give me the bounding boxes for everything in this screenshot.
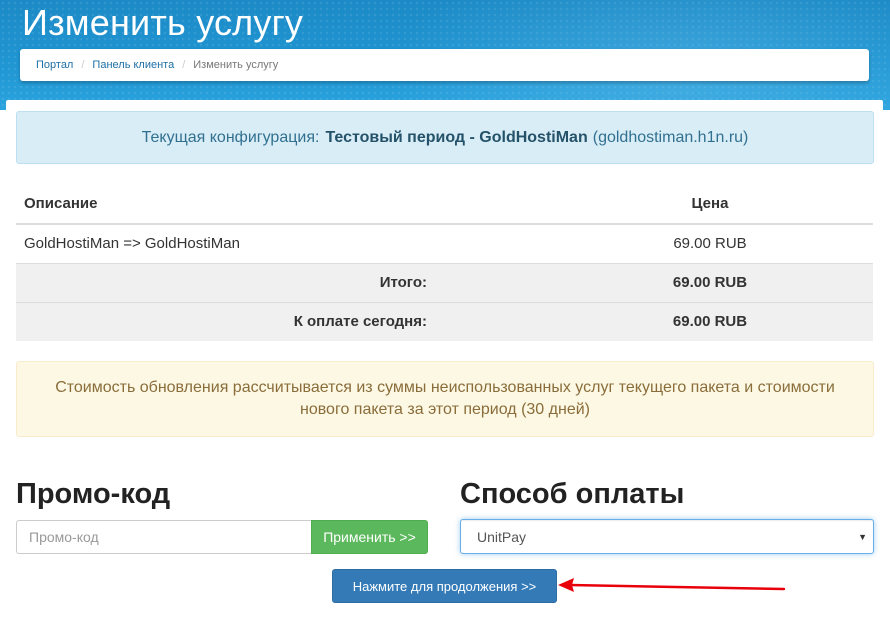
- breadcrumb-portal-link[interactable]: Портал: [36, 59, 73, 71]
- upgrade-cost-notice-text: Стоимость обновления рассчитывается из с…: [55, 379, 835, 418]
- price-column-header: Цена: [547, 184, 873, 225]
- table-header-row: Описание Цена: [16, 184, 873, 225]
- due-today-label: К оплате сегодня:: [16, 301, 547, 341]
- table-row: GoldHostiMan => GoldHostiMan 69.00 RUB: [16, 223, 873, 263]
- total-value: 69.00 RUB: [547, 262, 873, 302]
- current-config-product: Тестовый период - GoldHostiMan: [325, 128, 588, 146]
- promo-code-input[interactable]: [16, 520, 312, 554]
- item-price: 69.00 RUB: [547, 223, 873, 263]
- payment-method-select[interactable]: UnitPay ▼: [460, 519, 874, 554]
- breadcrumb-separator: /: [182, 59, 186, 71]
- description-column-header: Описание: [16, 184, 547, 225]
- due-today-row: К оплате сегодня: 69.00 RUB: [16, 301, 873, 341]
- breadcrumb-current: Изменить услугу: [193, 59, 279, 71]
- current-config-alert: Текущая конфигурация: Тестовый период - …: [16, 111, 874, 164]
- current-config-domain: (goldhostiman.h1n.ru): [592, 128, 749, 146]
- upgrade-cost-notice: Стоимость обновления рассчитывается из с…: [16, 361, 874, 437]
- breadcrumb: Портал / Панель клиента / Изменить услуг…: [20, 49, 869, 81]
- total-label: Итого:: [16, 262, 547, 302]
- total-row: Итого: 69.00 RUB: [16, 262, 873, 302]
- caret-down-icon: ▼: [858, 532, 867, 542]
- current-config-prefix: Текущая конфигурация:: [141, 128, 320, 146]
- continue-button[interactable]: Нажмите для продолжения >>: [332, 569, 557, 603]
- payment-method-heading: Способ оплаты: [460, 478, 685, 510]
- page-title: Изменить услугу: [22, 2, 304, 43]
- breadcrumb-separator: /: [81, 59, 85, 71]
- apply-promo-button[interactable]: Применить >>: [311, 520, 428, 554]
- due-today-value: 69.00 RUB: [547, 301, 873, 341]
- item-description: GoldHostiMan => GoldHostiMan: [16, 223, 547, 263]
- red-arrow-icon: [558, 578, 786, 592]
- payment-method-selected: UnitPay: [477, 528, 527, 545]
- order-summary-table: Описание Цена GoldHostiMan => GoldHostiM…: [16, 184, 873, 341]
- breadcrumb-client-area-link[interactable]: Панель клиента: [92, 59, 174, 71]
- promo-code-heading: Промо-код: [16, 478, 171, 510]
